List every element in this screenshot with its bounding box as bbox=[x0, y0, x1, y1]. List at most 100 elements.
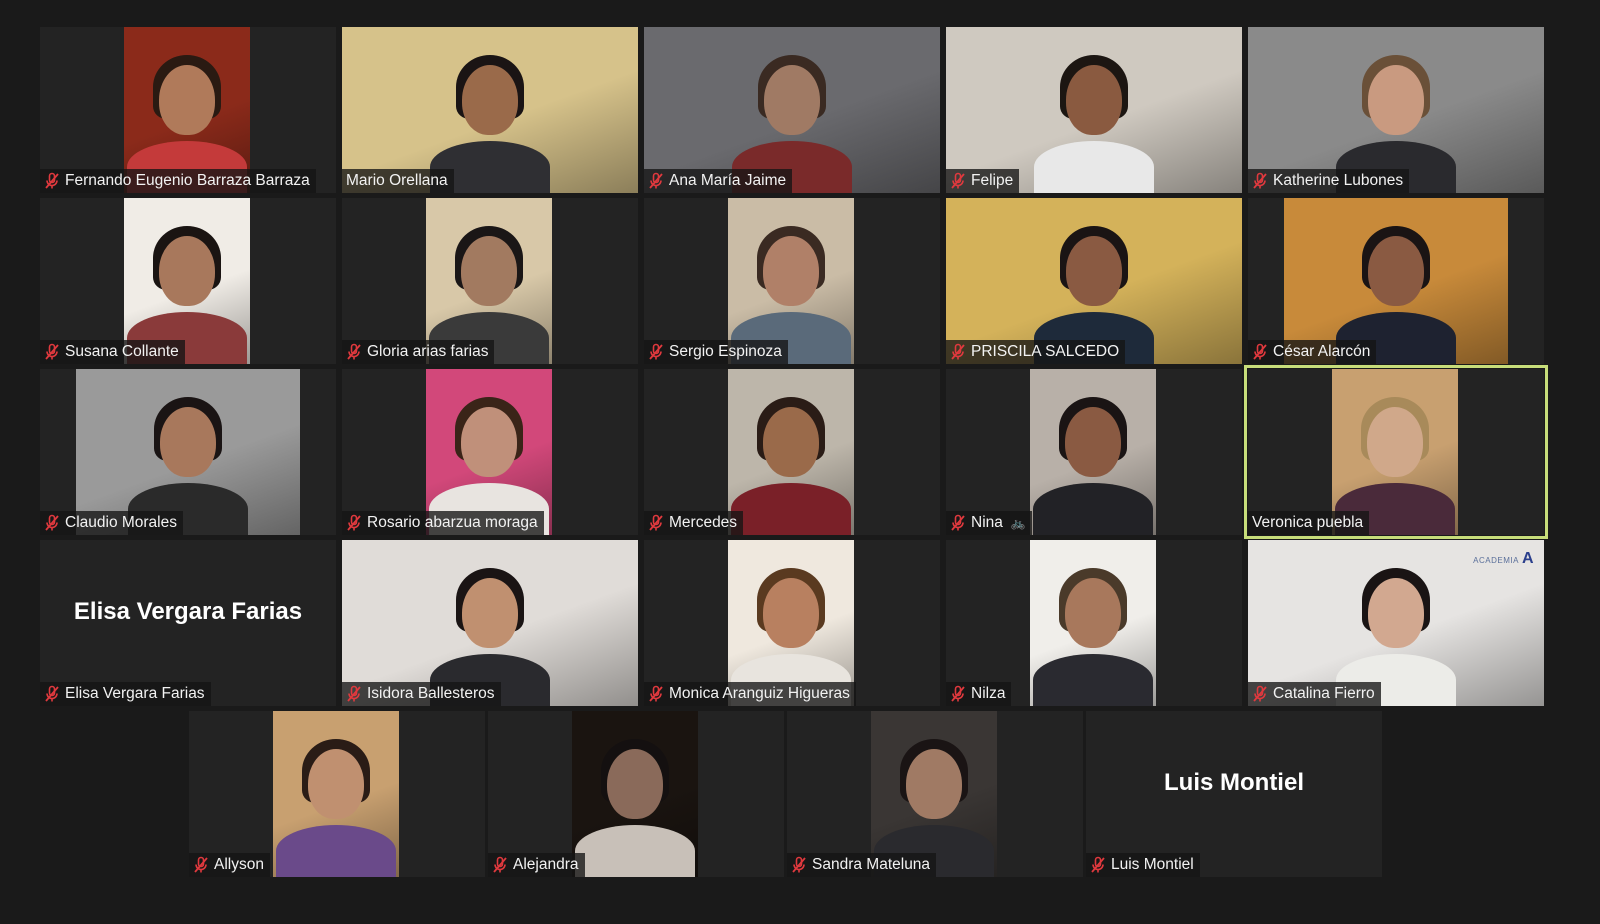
participant-tile[interactable]: Monica Aranguiz Higueras bbox=[644, 540, 940, 706]
muted-mic-icon bbox=[45, 685, 59, 702]
participant-name-plate: Isidora Ballesteros bbox=[342, 682, 501, 706]
participant-tile[interactable]: Sergio Espinoza bbox=[644, 198, 940, 364]
participant-name-plate: Luis Montiel bbox=[1086, 853, 1200, 877]
participant-tile[interactable]: Fernando Eugenio Barraza Barraza bbox=[40, 27, 336, 193]
muted-mic-icon bbox=[45, 343, 59, 360]
participant-name: Sergio Espinoza bbox=[669, 343, 782, 360]
muted-mic-icon bbox=[649, 172, 663, 189]
participant-name-plate: Katherine Lubones bbox=[1248, 169, 1410, 193]
participant-name-plate: Claudio Morales bbox=[40, 511, 183, 535]
participant-figure bbox=[731, 385, 851, 535]
participant-name-plate: PRISCILA SALCEDO bbox=[946, 340, 1126, 364]
muted-mic-icon bbox=[1091, 856, 1105, 873]
muted-mic-icon bbox=[792, 856, 806, 873]
video-off-name: Elisa Vergara Farias bbox=[73, 598, 303, 625]
participant-tile[interactable]: Veronica puebla bbox=[1244, 365, 1548, 539]
participant-video bbox=[273, 711, 399, 877]
participant-tile[interactable]: Sandra Mateluna bbox=[787, 711, 1083, 877]
participant-tile[interactable]: Ana María Jaime bbox=[644, 27, 940, 193]
participant-tile[interactable]: Isidora Ballesteros bbox=[342, 540, 638, 706]
participant-tile[interactable]: Felipe bbox=[946, 27, 1242, 193]
participant-video bbox=[1030, 369, 1156, 535]
participant-name: Allyson bbox=[214, 856, 264, 873]
muted-mic-icon bbox=[45, 172, 59, 189]
participant-name: Catalina Fierro bbox=[1273, 685, 1375, 702]
muted-mic-icon bbox=[1253, 172, 1267, 189]
video-off-name: Luis Montiel bbox=[1164, 769, 1304, 796]
participant-figure bbox=[276, 727, 396, 877]
muted-mic-icon bbox=[194, 856, 208, 873]
participant-figure bbox=[1033, 385, 1153, 535]
muted-mic-icon bbox=[45, 514, 59, 531]
participant-name-plate: Felipe bbox=[946, 169, 1020, 193]
participant-name: Ana María Jaime bbox=[669, 172, 787, 189]
participant-tile[interactable]: Elisa Vergara Farias Elisa Vergara Farias bbox=[40, 540, 336, 706]
participant-name-plate: Nina 🚲 bbox=[946, 511, 1032, 535]
participant-name: Mario Orellana bbox=[346, 172, 448, 189]
academia-logo: ACADEMIA A bbox=[1473, 550, 1534, 567]
participant-video bbox=[1030, 540, 1156, 706]
participant-tile[interactable]: Alejandra bbox=[488, 711, 784, 877]
participant-name: Katherine Lubones bbox=[1273, 172, 1404, 189]
participant-tile[interactable]: Mario Orellana bbox=[342, 27, 638, 193]
participant-figure bbox=[575, 727, 695, 877]
participant-tile[interactable]: PRISCILA SALCEDO bbox=[946, 198, 1242, 364]
muted-mic-icon bbox=[493, 856, 507, 873]
participant-tile[interactable]: Nilza bbox=[946, 540, 1242, 706]
participant-name-plate: Fernando Eugenio Barraza Barraza bbox=[40, 169, 316, 193]
participant-name-plate: Nilza bbox=[946, 682, 1012, 706]
participant-name: Elisa Vergara Farias bbox=[65, 685, 205, 702]
participant-tile[interactable]: Katherine Lubones bbox=[1248, 27, 1544, 193]
participant-name: Claudio Morales bbox=[65, 514, 177, 531]
participant-name-plate: Mercedes bbox=[644, 511, 744, 535]
participant-tile[interactable]: Claudio Morales bbox=[40, 369, 336, 535]
participant-tile[interactable]: César Alarcón bbox=[1248, 198, 1544, 364]
participant-name-plate: Allyson bbox=[189, 853, 270, 877]
participant-tile[interactable]: Luis Montiel Luis Montiel bbox=[1086, 711, 1382, 877]
participant-tile[interactable]: Gloria arias farias bbox=[342, 198, 638, 364]
muted-mic-icon bbox=[649, 685, 663, 702]
muted-mic-icon bbox=[649, 343, 663, 360]
participant-name-plate: Mario Orellana bbox=[342, 169, 454, 193]
participant-tile[interactable]: Susana Collante bbox=[40, 198, 336, 364]
participant-tile[interactable]: Nina 🚲 bbox=[946, 369, 1242, 535]
participant-tile[interactable]: Allyson bbox=[189, 711, 485, 877]
participant-tile[interactable]: Mercedes bbox=[644, 369, 940, 535]
participant-name-plate: Veronica puebla bbox=[1248, 511, 1370, 535]
participant-name-plate: Catalina Fierro bbox=[1248, 682, 1381, 706]
participant-name: Nilza bbox=[971, 685, 1006, 702]
muted-mic-icon bbox=[347, 343, 361, 360]
participant-name-plate: Elisa Vergara Farias bbox=[40, 682, 211, 706]
muted-mic-icon bbox=[347, 514, 361, 531]
participant-name: Susana Collante bbox=[65, 343, 179, 360]
participant-tile[interactable]: Rosario abarzua moraga bbox=[342, 369, 638, 535]
participant-name-plate: César Alarcón bbox=[1248, 340, 1377, 364]
participant-name-plate: Gloria arias farias bbox=[342, 340, 495, 364]
participant-tile[interactable]: ACADEMIA A Catalina Fierro bbox=[1248, 540, 1544, 706]
participant-name-plate: Rosario abarzua moraga bbox=[342, 511, 544, 535]
bicycle-icon: 🚲 bbox=[1010, 516, 1026, 530]
participant-name: Rosario abarzua moraga bbox=[367, 514, 538, 531]
participant-name: Gloria arias farias bbox=[367, 343, 489, 360]
participant-video bbox=[728, 369, 854, 535]
participant-figure bbox=[1033, 556, 1153, 706]
muted-mic-icon bbox=[951, 685, 965, 702]
participant-name: Nina bbox=[971, 514, 1003, 531]
participant-figure bbox=[430, 43, 550, 193]
muted-mic-icon bbox=[951, 514, 965, 531]
participant-name: Monica Aranguiz Higueras bbox=[669, 685, 850, 702]
participant-name-plate: Sergio Espinoza bbox=[644, 340, 788, 364]
participant-name: Isidora Ballesteros bbox=[367, 685, 495, 702]
participant-name-plate: Ana María Jaime bbox=[644, 169, 793, 193]
participant-name: Sandra Mateluna bbox=[812, 856, 931, 873]
participant-name-plate: Monica Aranguiz Higueras bbox=[644, 682, 856, 706]
muted-mic-icon bbox=[347, 685, 361, 702]
participant-name: Alejandra bbox=[513, 856, 579, 873]
participant-figure bbox=[1034, 43, 1154, 193]
muted-mic-icon bbox=[951, 172, 965, 189]
participant-video bbox=[572, 711, 698, 877]
participant-name-plate: Sandra Mateluna bbox=[787, 853, 937, 877]
participant-name: César Alarcón bbox=[1273, 343, 1371, 360]
participant-name: Mercedes bbox=[669, 514, 738, 531]
meeting-gallery-view: Fernando Eugenio Barraza Barraza Mario Or… bbox=[0, 0, 1600, 924]
